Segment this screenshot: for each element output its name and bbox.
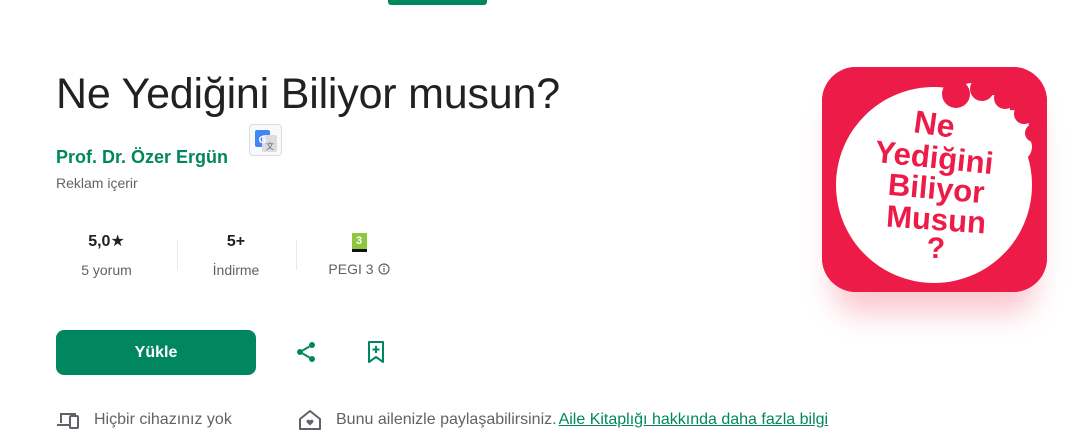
stat-divider (296, 240, 297, 270)
translate-button[interactable]: G 文 (249, 124, 282, 156)
family-library-link[interactable]: Aile Kitaplığı hakkında daha fazla bilgi (559, 411, 829, 429)
add-to-wishlist-button[interactable] (356, 332, 396, 372)
app-icon: Ne Yediğini Biliyor Musun ? (822, 67, 1047, 292)
downloads-label: İndirme (212, 262, 260, 278)
devices-text: Hiçbir cihazınız yok (94, 411, 232, 428)
devices-icon (57, 413, 79, 429)
icon-line-5: ? (927, 232, 945, 265)
reviews-count[interactable]: 5 yorum (56, 261, 157, 279)
share-icon (297, 342, 315, 362)
downloads-value: 5+ (226, 233, 246, 250)
pegi-badge-icon: 3 (351, 233, 367, 252)
svg-text:文: 文 (266, 141, 274, 151)
family-home-icon (299, 410, 321, 430)
app-title: Ne Yediğini Biliyor musun? (56, 70, 560, 118)
family-sharing-row: Bunu ailenizle paylaşabilirsiniz. Aile Ki… (298, 408, 828, 432)
content-rating-stat[interactable]: 3 PEGI 3 (316, 231, 402, 278)
rating-stat: 5,0★ 5 yorum (56, 232, 157, 279)
info-icon[interactable] (377, 263, 390, 275)
rating-value: 5,0★ (88, 233, 125, 250)
app-icon-container: Ne Yediğini Biliyor Musun ? (822, 67, 1047, 292)
device-availability: Hiçbir cihazınız yok (56, 408, 232, 432)
family-text: Bunu ailenizle paylaşabilirsiniz. (336, 411, 557, 428)
install-button[interactable]: Yükle (56, 330, 256, 375)
bookmark-add-icon (368, 341, 384, 363)
share-button[interactable] (286, 332, 326, 372)
active-tab-indicator (388, 0, 487, 5)
contains-ads-note: Reklam içerir (56, 175, 138, 191)
stat-divider (177, 240, 178, 270)
app-details-page: Ne Yediğini Biliyor musun? Prof. Dr. Öze… (0, 0, 1084, 444)
app-icon-artwork: Ne Yediğini Biliyor Musun ? (822, 67, 1047, 292)
downloads-stat: 5+ İndirme (196, 232, 276, 279)
developer-link[interactable]: Prof. Dr. Özer Ergün (56, 145, 228, 169)
pegi-label: PEGI 3 (328, 261, 374, 277)
google-translate-icon: G 文 (255, 130, 277, 152)
